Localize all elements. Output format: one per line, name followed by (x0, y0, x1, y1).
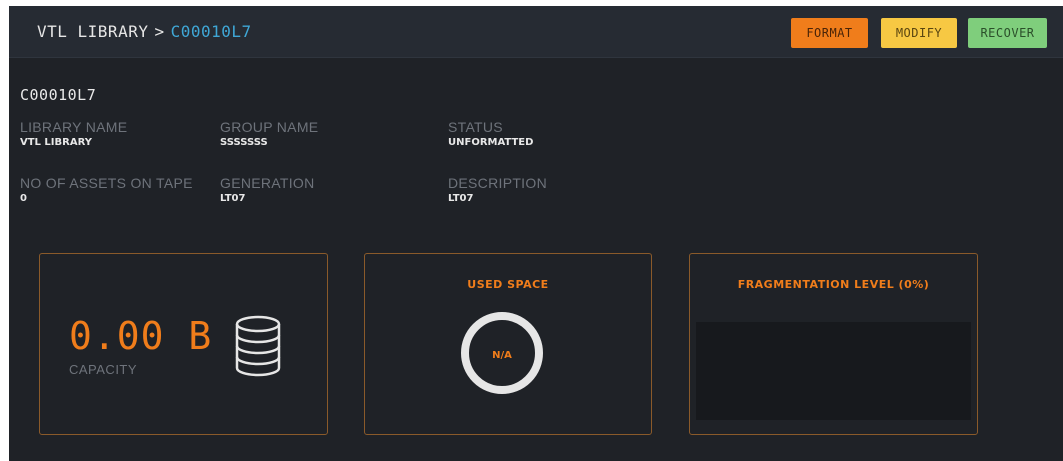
generation-label: GENERATION (220, 175, 315, 191)
used-space-donut: N/A (461, 312, 543, 394)
generation-field: GENERATION LT07 (220, 175, 315, 204)
header-bar: VTL LIBRARY > C00010L7 FORMAT MODIFY RECOV… (9, 6, 1063, 58)
recover-button[interactable]: RECOVER (968, 18, 1047, 48)
format-button[interactable]: FORMAT (791, 18, 868, 48)
breadcrumb: VTL LIBRARY > C00010L7 (37, 22, 252, 41)
used-space-value: N/A (492, 350, 512, 361)
description-label: DESCRIPTION (448, 175, 547, 191)
page-title: C00010L7 (20, 86, 97, 104)
app-window: VTL LIBRARY > C00010L7 FORMAT MODIFY RECOV… (9, 6, 1063, 461)
used-space-title: USED SPACE (467, 278, 549, 291)
capacity-value: 0.00 B (69, 314, 213, 358)
library-name-label: LIBRARY NAME (20, 119, 128, 135)
generation-value: LT07 (220, 193, 246, 204)
status-value: UNFORMATTED (448, 137, 534, 148)
group-name-field: GROUP NAME SSSSSSS (220, 119, 318, 148)
fragmentation-title: FRAGMENTATION LEVEL (0%) (737, 278, 930, 291)
database-icon (234, 315, 282, 381)
fragmentation-card: FRAGMENTATION LEVEL (0%) (689, 253, 978, 435)
assets-value: 0 (20, 193, 27, 204)
capacity-card: 0.00 B CAPACITY (39, 253, 328, 435)
description-field: DESCRIPTION LT07 (448, 175, 547, 204)
breadcrumb-current: C00010L7 (170, 22, 252, 41)
fragmentation-chart-area (696, 322, 971, 420)
status-field: STATUS UNFORMATTED (448, 119, 533, 148)
used-space-card: USED SPACE N/A (364, 253, 652, 435)
library-name-field: LIBRARY NAME VTL LIBRARY (20, 119, 127, 148)
assets-label: NO OF ASSETS ON TAPE (20, 175, 193, 191)
assets-field: NO OF ASSETS ON TAPE 0 (20, 175, 193, 204)
group-name-label: GROUP NAME (220, 119, 319, 135)
modify-button[interactable]: MODIFY (881, 18, 957, 48)
breadcrumb-root[interactable]: VTL LIBRARY (37, 22, 148, 41)
description-value: LT07 (448, 193, 474, 204)
breadcrumb-separator: > (154, 22, 165, 41)
group-name-value: SSSSSSS (220, 137, 268, 148)
status-label: STATUS (448, 119, 503, 135)
capacity-label: CAPACITY (69, 362, 138, 377)
library-name-value: VTL LIBRARY (20, 137, 92, 148)
